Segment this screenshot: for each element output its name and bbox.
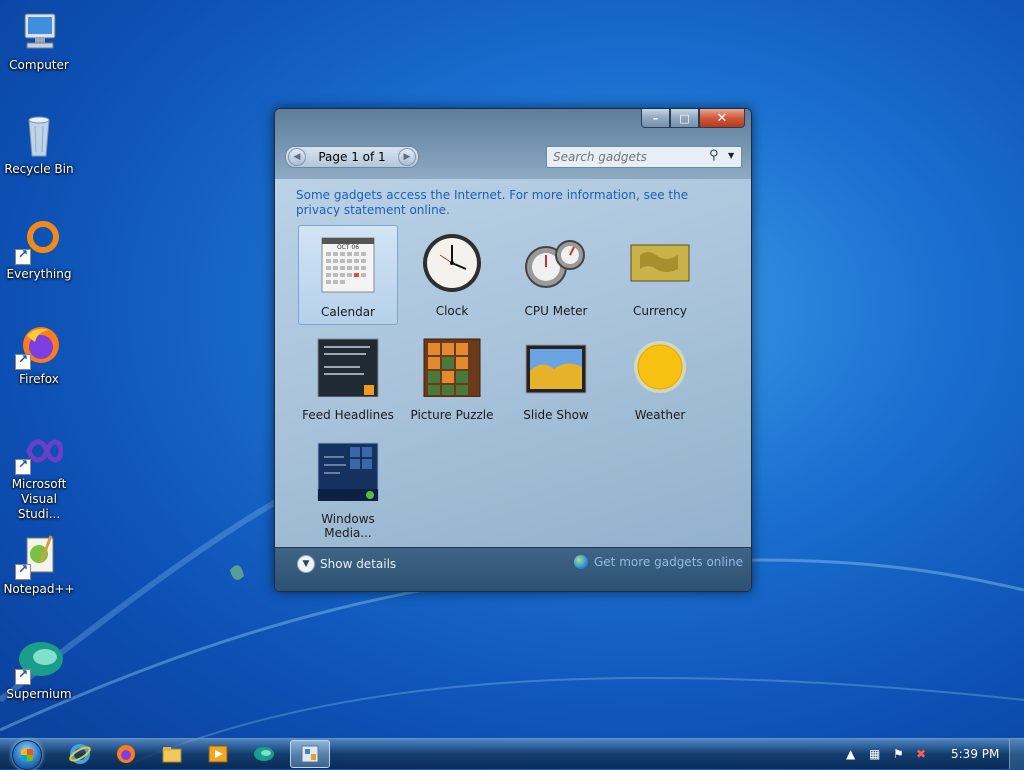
desktop-icon-notepad-plus-plus[interactable]: Notepad++ bbox=[2, 532, 76, 597]
taskbar-gadget-gallery[interactable] bbox=[290, 740, 330, 768]
gadget-cpu-meter[interactable]: CPU Meter bbox=[506, 225, 606, 325]
show-hidden-icons-button[interactable]: ▲ bbox=[846, 747, 855, 761]
taskbar-supernium[interactable] bbox=[244, 740, 284, 768]
gadget-weather[interactable]: Weather bbox=[610, 329, 710, 429]
visual-studio-icon bbox=[15, 427, 64, 475]
taskbar-firefox[interactable] bbox=[106, 740, 146, 768]
gadget-label: Weather bbox=[634, 408, 686, 422]
calendar-month-label: OCT 06 bbox=[336, 244, 360, 251]
desktop-icon-label: Microsoft Visual Studi... bbox=[11, 477, 67, 521]
show-details-label: Show details bbox=[320, 557, 397, 571]
picture-puzzle-gadget-icon bbox=[420, 337, 484, 398]
shortcut-arrow-icon bbox=[15, 562, 31, 580]
taskbar: ▲ ▦ ⚑ ✖ 5:39 PM bbox=[0, 738, 1024, 770]
gadget-label: Calendar bbox=[321, 305, 375, 319]
search-dropdown-icon[interactable]: ▼ bbox=[728, 151, 734, 160]
taskbar-internet-explorer[interactable] bbox=[60, 740, 100, 768]
windows-media-center-gadget-icon bbox=[316, 441, 380, 502]
show-details-button[interactable]: ▼ Show details bbox=[297, 555, 396, 573]
gadget-label: Slide Show bbox=[523, 408, 589, 422]
desktop-icon-label: Recycle Bin bbox=[4, 162, 74, 176]
slide-show-gadget-icon bbox=[524, 337, 588, 397]
taskbar-file-explorer[interactable] bbox=[152, 740, 192, 768]
notepad-plus-plus-icon bbox=[15, 532, 63, 580]
desktop-icon-everything[interactable]: Everything bbox=[2, 217, 76, 282]
weather-gadget-icon bbox=[628, 337, 692, 397]
get-more-gadgets-link[interactable]: Get more gadgets online bbox=[574, 555, 743, 569]
gadget-label: Feed Headlines bbox=[302, 408, 394, 422]
search-box: ⚲ ▼ bbox=[546, 146, 742, 168]
cpu-meter-gadget-icon bbox=[524, 233, 588, 293]
desktop-icon-visual-studio[interactable]: Microsoft Visual Studi... bbox=[2, 427, 76, 522]
desktop-icon-supernium[interactable]: Supernium bbox=[2, 637, 76, 702]
gadget-label: Windows Media... bbox=[321, 512, 375, 540]
gadget-gallery-icon bbox=[301, 745, 319, 763]
firefox-icon bbox=[15, 322, 63, 370]
gadget-label: Clock bbox=[435, 304, 469, 318]
firefox-icon bbox=[117, 745, 135, 763]
gadget-label: Picture Puzzle bbox=[410, 408, 494, 422]
currency-gadget-icon bbox=[628, 233, 692, 293]
gadget-slide-show[interactable]: Slide Show bbox=[506, 329, 606, 429]
shortcut-arrow-icon bbox=[15, 667, 31, 685]
recycle-bin-icon bbox=[15, 112, 63, 160]
gadget-clock[interactable]: Clock bbox=[402, 225, 502, 325]
next-page-button[interactable]: ▶ bbox=[398, 148, 416, 166]
file-explorer-icon bbox=[162, 747, 182, 763]
taskbar-clock[interactable]: 5:39 PM bbox=[951, 747, 999, 761]
desktop-icon-label: Supernium bbox=[6, 687, 72, 701]
show-desktop-button[interactable] bbox=[1009, 739, 1024, 769]
supernium-icon bbox=[254, 747, 274, 761]
get-more-gadgets-label: Get more gadgets online bbox=[594, 555, 744, 569]
feed-headlines-gadget-icon bbox=[316, 337, 380, 398]
action-center-flag-icon[interactable]: ⚑ bbox=[893, 747, 904, 761]
gadget-gallery-window: – □ ✕ ◀ Page 1 of 1 ▶ ⚲ ▼ Some gadgets a… bbox=[274, 108, 752, 592]
windows-logo-icon bbox=[12, 740, 42, 770]
gadget-picture-puzzle[interactable]: Picture Puzzle bbox=[402, 329, 502, 429]
desktop-icon-label: Everything bbox=[6, 267, 72, 281]
computer-icon bbox=[15, 8, 63, 56]
desktop-icon-firefox[interactable]: Firefox bbox=[2, 322, 76, 387]
everything-icon bbox=[15, 217, 63, 265]
search-icon[interactable]: ⚲ bbox=[709, 148, 719, 163]
internet-notice-link[interactable]: Some gadgets access the Internet. For mo… bbox=[296, 188, 716, 218]
media-player-icon bbox=[208, 745, 228, 763]
gadget-label: Currency bbox=[632, 304, 688, 318]
gadget-calendar[interactable]: OCT 06 Calendar bbox=[298, 225, 398, 325]
shortcut-arrow-icon bbox=[15, 247, 31, 265]
network-icon[interactable]: ▦ bbox=[869, 747, 880, 761]
gadget-label: CPU Meter bbox=[524, 304, 588, 318]
globe-icon bbox=[574, 555, 588, 569]
close-button[interactable]: ✕ bbox=[699, 109, 745, 128]
page-navigator: ◀ Page 1 of 1 ▶ bbox=[285, 146, 419, 168]
supernium-icon bbox=[15, 637, 63, 685]
desktop-icon-label: Computer bbox=[9, 58, 69, 72]
desktop-icon-label: Firefox bbox=[19, 372, 59, 386]
gadget-windows-media-center[interactable]: Windows Media... bbox=[298, 433, 398, 540]
desktop-icon-label: Notepad++ bbox=[3, 582, 75, 596]
shortcut-arrow-icon bbox=[15, 352, 31, 370]
clock-gadget-icon bbox=[420, 233, 484, 293]
taskbar-media-player[interactable] bbox=[198, 740, 238, 768]
shortcut-arrow-icon bbox=[15, 457, 31, 475]
gadget-currency[interactable]: Currency bbox=[610, 225, 710, 325]
chevron-down-icon: ▼ bbox=[297, 555, 315, 573]
minimize-button[interactable]: – bbox=[641, 109, 670, 128]
maximize-button[interactable]: □ bbox=[670, 109, 699, 128]
internet-explorer-icon bbox=[69, 744, 91, 764]
search-input[interactable] bbox=[551, 149, 705, 165]
calendar-gadget-icon: OCT 06 bbox=[316, 234, 380, 294]
volume-muted-icon[interactable]: ✖ bbox=[916, 747, 926, 761]
gadget-feed-headlines[interactable]: Feed Headlines bbox=[298, 329, 398, 429]
desktop-icon-recycle-bin[interactable]: Recycle Bin bbox=[2, 112, 76, 177]
desktop-icon-computer[interactable]: Computer bbox=[2, 8, 76, 73]
caption-buttons: – □ ✕ bbox=[641, 109, 745, 128]
start-button[interactable] bbox=[6, 739, 46, 770]
